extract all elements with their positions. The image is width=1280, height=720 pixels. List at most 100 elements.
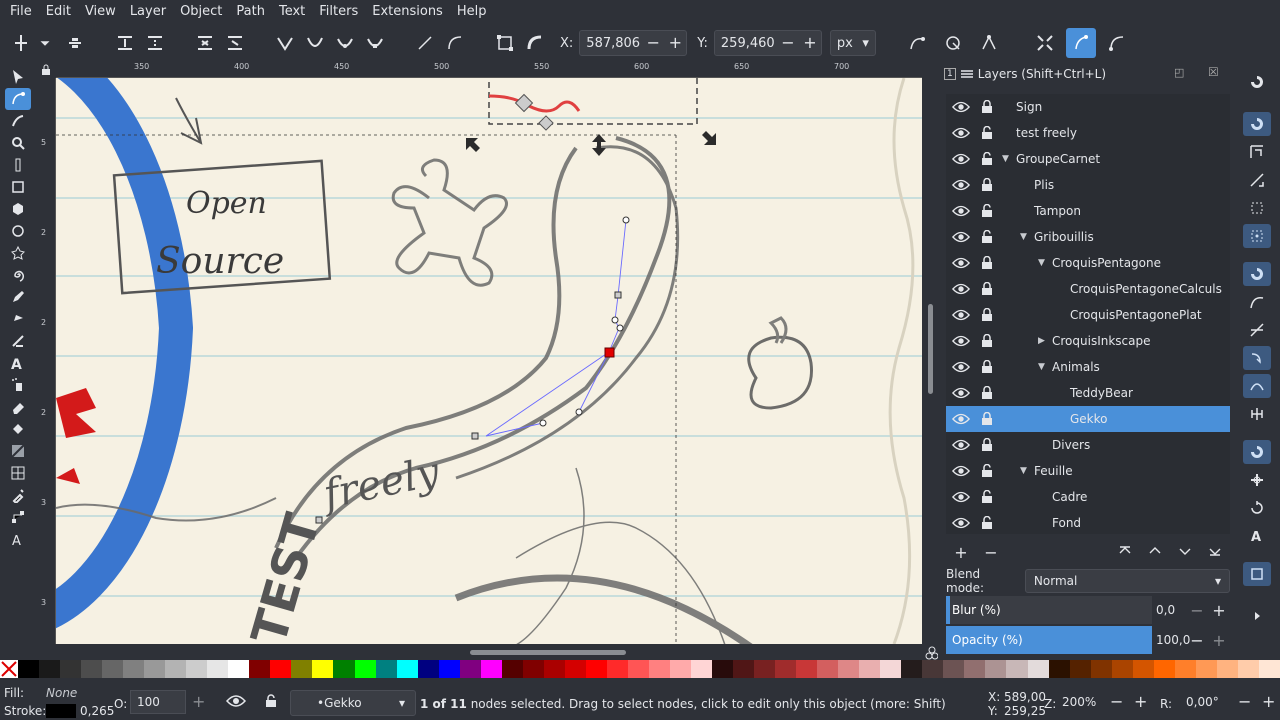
color-swatch[interactable] <box>1090 660 1112 678</box>
expander-open-icon[interactable]: ▼ <box>1020 466 1027 476</box>
color-swatch[interactable] <box>606 660 628 678</box>
current-layer-select[interactable]: •Gekko ▾ <box>290 690 416 716</box>
blur-slider[interactable]: Blur (%) <box>946 596 1152 624</box>
layer-row-croquispentagone[interactable]: ▼ CroquisPentagone <box>946 250 1230 276</box>
show-path-outline-icon[interactable] <box>1102 28 1132 58</box>
snap-toggle-icon[interactable] <box>1243 70 1271 94</box>
delete-node-icon[interactable] <box>60 28 90 58</box>
color-swatch[interactable] <box>186 660 208 678</box>
visibility-eye-icon[interactable] <box>951 516 971 530</box>
expander-open-icon[interactable]: ▼ <box>1020 232 1027 242</box>
layer-row-groupecarnet[interactable]: ▼ GroupeCarnet <box>946 146 1230 172</box>
x-input[interactable] <box>580 31 643 55</box>
snap-centers-icon[interactable] <box>1243 468 1271 492</box>
blur-value[interactable]: 0,0 <box>1152 603 1186 617</box>
color-swatch[interactable] <box>985 660 1007 678</box>
color-swatch[interactable] <box>922 660 944 678</box>
layer-lock-icon[interactable] <box>264 694 278 711</box>
y-spinbox[interactable]: − + <box>713 30 822 56</box>
stroke-width-value[interactable]: 0,265 <box>80 704 114 718</box>
color-swatch[interactable] <box>165 660 187 678</box>
menu-layer[interactable]: Layer <box>123 0 173 24</box>
visibility-eye-icon[interactable] <box>951 464 971 478</box>
visibility-eye-icon[interactable] <box>951 308 971 322</box>
visibility-eye-icon[interactable] <box>951 178 971 192</box>
opacity-input[interactable]: 100 <box>130 690 186 714</box>
color-swatch[interactable] <box>354 660 376 678</box>
lock-icon[interactable] <box>980 411 994 426</box>
y-minus-button[interactable]: − <box>777 31 799 55</box>
lpe-tool-icon[interactable]: A <box>5 528 31 550</box>
visibility-eye-icon[interactable] <box>951 152 971 166</box>
unlock-icon[interactable] <box>980 229 994 244</box>
snap-text-baseline-icon[interactable]: A <box>1243 524 1271 548</box>
path-effect-icon[interactable] <box>974 28 1004 58</box>
expander-open-icon[interactable]: ▼ <box>1002 154 1009 164</box>
color-swatch[interactable] <box>1132 660 1154 678</box>
object-to-path-icon[interactable] <box>490 28 520 58</box>
x-plus-button[interactable]: + <box>664 31 686 55</box>
color-swatch[interactable] <box>459 660 481 678</box>
visibility-eye-icon[interactable] <box>951 282 971 296</box>
show-transform-handles-icon[interactable] <box>1030 28 1060 58</box>
horizontal-ruler[interactable]: 350 400 450 500 550 600 650 700 <box>56 62 922 78</box>
gradient-tool-icon[interactable] <box>5 440 31 462</box>
color-swatch[interactable] <box>691 660 713 678</box>
box3d-tool-icon[interactable] <box>5 198 31 220</box>
color-swatch[interactable] <box>438 660 460 678</box>
color-swatch[interactable] <box>1195 660 1217 678</box>
color-swatch[interactable] <box>838 660 860 678</box>
color-swatch[interactable] <box>312 660 334 678</box>
lock-icon[interactable] <box>980 255 994 270</box>
layer-row-tampon[interactable]: Tampon <box>946 198 1230 224</box>
snap-bbox-edges-icon[interactable] <box>1243 140 1271 164</box>
vertical-ruler[interactable]: 5 2 2 2 3 3 <box>36 78 56 644</box>
visibility-eye-icon[interactable] <box>951 360 971 374</box>
color-swatch[interactable] <box>396 660 418 678</box>
panel-close-icon[interactable]: ☒ <box>1208 65 1219 79</box>
layer-row-plis[interactable]: Plis <box>946 172 1230 198</box>
snap-paths-icon[interactable] <box>1243 290 1271 314</box>
color-swatch[interactable] <box>144 660 166 678</box>
color-swatch[interactable] <box>1216 660 1238 678</box>
lock-icon[interactable] <box>980 281 994 296</box>
layer-row-sign[interactable]: Sign <box>946 94 1230 120</box>
visibility-eye-icon[interactable] <box>951 490 971 504</box>
color-swatch[interactable] <box>754 660 776 678</box>
segment-line-icon[interactable] <box>410 28 440 58</box>
horizontal-scrollbar[interactable] <box>56 644 922 660</box>
layer-row-croquispentagoneplat[interactable]: CroquisPentagonePlat <box>946 302 1230 328</box>
text-tool-icon[interactable]: A <box>5 352 31 374</box>
color-swatch[interactable] <box>733 660 755 678</box>
color-swatch[interactable] <box>333 660 355 678</box>
visibility-eye-icon[interactable] <box>951 204 971 218</box>
lock-icon[interactable] <box>980 359 994 374</box>
menu-object[interactable]: Object <box>173 0 229 24</box>
color-swatch[interactable] <box>901 660 923 678</box>
segment-curve-icon[interactable] <box>440 28 470 58</box>
layer-list[interactable]: Sign test freely ▼ GroupeCarnet Plis Tampon ▼ G… <box>946 94 1230 534</box>
canvas-corner-icon[interactable] <box>925 646 939 660</box>
fill-value[interactable]: None <box>46 686 77 700</box>
color-swatch[interactable] <box>270 660 292 678</box>
join-segment-icon[interactable] <box>190 28 220 58</box>
menu-help[interactable]: Help <box>450 0 494 24</box>
visibility-eye-icon[interactable] <box>951 100 971 114</box>
color-swatch[interactable] <box>1153 660 1175 678</box>
zoom-out-button[interactable]: − <box>1110 692 1123 711</box>
color-swatch[interactable] <box>796 660 818 678</box>
menu-view[interactable]: View <box>78 0 123 24</box>
color-swatch[interactable] <box>1048 660 1070 678</box>
unlock-icon[interactable] <box>980 151 994 166</box>
rotation-plus-button[interactable]: + <box>1262 692 1275 711</box>
snap-nodes-icon[interactable] <box>1243 262 1271 286</box>
measure-tool-icon[interactable] <box>5 154 31 176</box>
blur-minus-button[interactable]: − <box>1186 601 1208 620</box>
blend-mode-select[interactable]: Normal ▾ <box>1024 569 1230 593</box>
y-input[interactable] <box>714 31 777 55</box>
zoom-input[interactable]: 200% <box>1058 690 1108 714</box>
zoom-in-button[interactable]: + <box>1134 692 1147 711</box>
color-swatch[interactable] <box>207 660 229 678</box>
lock-icon[interactable] <box>980 99 994 114</box>
lock-icon[interactable] <box>980 307 994 322</box>
